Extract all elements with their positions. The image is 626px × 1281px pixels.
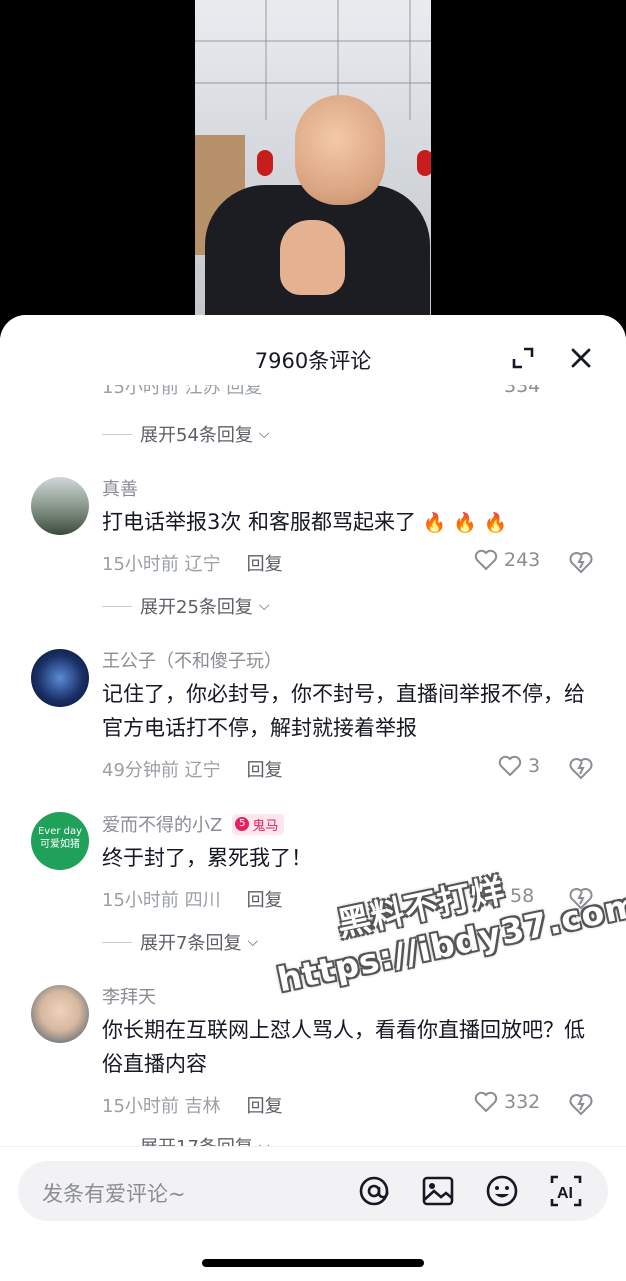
svg-text:AI: AI [557, 1185, 573, 1202]
chevron-down-icon: ⌵ [258, 598, 270, 614]
comment-sheet: 15小时前 江苏 回复 334 展开54条回复 ⌵ 真善 打电话举报3次 和客服… [0, 315, 626, 1280]
chevron-down-icon: ⌵ [258, 426, 270, 442]
avatar[interactable]: Ever day 可爱如猪 [31, 812, 89, 870]
sheet-header: 7960条评论 [0, 315, 626, 385]
home-indicator [202, 1259, 424, 1267]
like-button[interactable]: 3 [498, 755, 540, 777]
video-player[interactable] [195, 0, 431, 340]
comment-username[interactable]: 爱而不得的小Z 5 鬼马 [102, 811, 285, 837]
comment-text: 你长期在互联网上怼人骂人，看看你直播回放吧？低俗直播内容 [102, 1018, 585, 1076]
expand-replies-label: 展开25条回复 [140, 597, 253, 618]
emoji-icon[interactable] [484, 1173, 520, 1209]
reply-button[interactable]: 回复 [247, 1092, 283, 1118]
comment-input[interactable]: 发条有爱评论~ AI [18, 1161, 608, 1221]
fire-emoji: 🔥 [483, 512, 508, 534]
comment-username[interactable]: 真善 [102, 475, 138, 501]
avatar[interactable] [31, 649, 89, 707]
comment-meta: 15小时前 四川 回复 [102, 886, 283, 912]
avatar[interactable] [31, 477, 89, 535]
like-count: 243 [504, 549, 541, 571]
heart-icon [498, 755, 522, 777]
comment-username[interactable]: 王公子（不和傻子玩） [102, 647, 282, 673]
image-icon[interactable] [420, 1173, 456, 1209]
comment-input-bar: 发条有爱评论~ AI [0, 1146, 626, 1281]
expand-replies[interactable]: 展开25条回复 ⌵ [102, 593, 270, 619]
person-head [295, 95, 385, 205]
heart-icon [474, 1091, 498, 1113]
comment-list[interactable]: 15小时前 江苏 回复 334 展开54条回复 ⌵ 真善 打电话举报3次 和客服… [0, 315, 626, 1175]
like-button[interactable]: 332 [474, 1091, 540, 1113]
comment-input-placeholder: 发条有爱评论~ [42, 1182, 186, 1206]
lantern [257, 150, 273, 176]
dislike-icon[interactable] [568, 756, 594, 780]
dislike-icon[interactable] [568, 1092, 594, 1116]
badge-text: 鬼马 [252, 818, 279, 834]
like-count: 3 [528, 755, 541, 777]
comment-username[interactable]: 李拜天 [102, 983, 156, 1009]
lantern [417, 150, 431, 176]
expand-replies[interactable]: 展开7条回复 ⌵ [102, 929, 258, 955]
comment-meta: 15小时前 辽宁 回复 [102, 550, 283, 576]
expand-replies-label: 展开7条回复 [140, 933, 242, 954]
reply-button[interactable]: 回复 [247, 756, 283, 782]
avatar[interactable] [31, 985, 89, 1043]
badge-level: 5 [235, 817, 250, 831]
reply-button[interactable]: 回复 [247, 886, 283, 912]
like-button[interactable]: 243 [474, 549, 540, 571]
comment-meta: 15小时前 吉林 回复 [102, 1092, 283, 1118]
person-hand [280, 220, 345, 295]
fire-emoji: 🔥 [453, 512, 477, 534]
dislike-icon[interactable] [568, 550, 594, 574]
fan-badge: 5 鬼马 [232, 813, 285, 835]
reply-button[interactable]: 回复 [247, 550, 283, 576]
expand-replies[interactable]: 展开54条回复 ⌵ [102, 421, 270, 447]
comment-text: 记住了，你必封号，你不封号，直播间举报不停，给官方电话打不停，解封就接着举报 [102, 682, 585, 740]
comment-meta: 49分钟前 辽宁 回复 [102, 756, 283, 782]
ai-text-icon[interactable]: AI [548, 1173, 584, 1209]
heart-icon [474, 549, 498, 571]
avatar-text: 可爱如猪 [40, 839, 80, 850]
fire-emoji: 🔥 [422, 512, 447, 534]
ceiling [195, 0, 431, 120]
like-count: 332 [504, 1091, 541, 1113]
at-icon[interactable] [356, 1173, 392, 1209]
expand-replies-label: 展开54条回复 [140, 425, 253, 446]
comment-text: 打电话举报3次 和客服都骂起来了 🔥 🔥 🔥 [102, 510, 508, 534]
chevron-down-icon: ⌵ [247, 934, 259, 950]
avatar-text: Ever day [37, 826, 83, 837]
expand-icon[interactable] [510, 345, 536, 371]
close-icon[interactable] [568, 345, 594, 371]
